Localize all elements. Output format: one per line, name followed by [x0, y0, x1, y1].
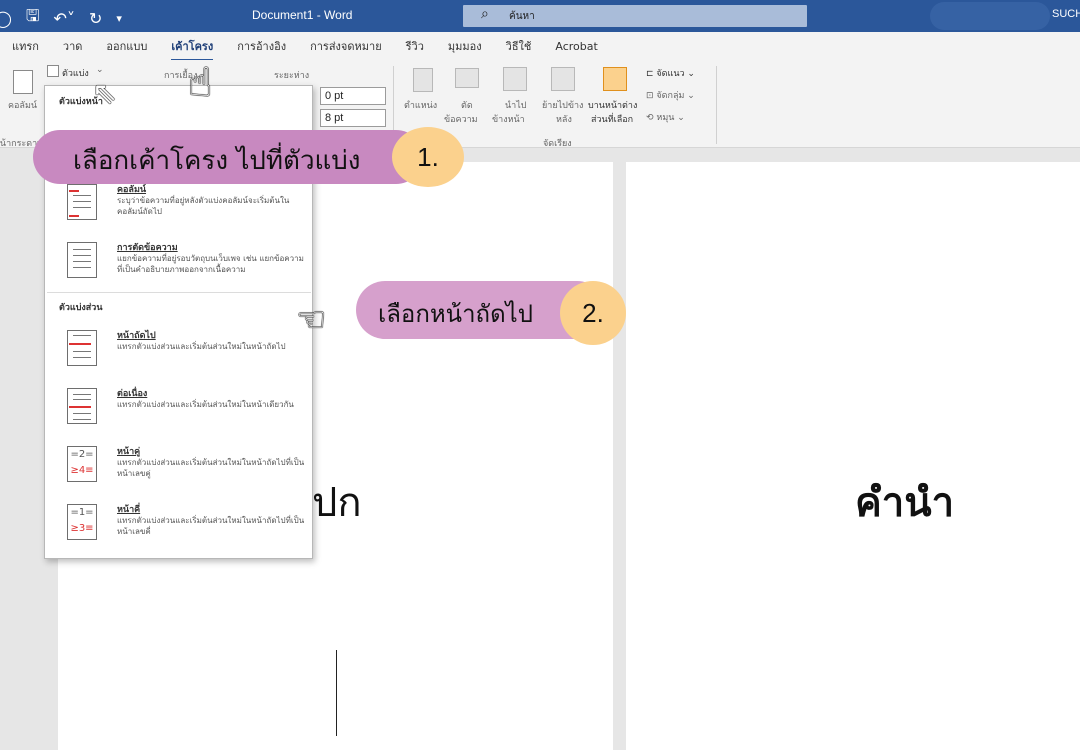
spacing-before-value: 0 pt: [325, 90, 344, 102]
step1-number-badge: 1.: [392, 127, 464, 187]
hand-pointer-icon: ☝: [188, 60, 213, 106]
position-button[interactable]: ตำแหน่ง: [404, 98, 437, 112]
bring-forward-button[interactable]: นำไป: [505, 98, 526, 112]
title-bar: ◯ 🖫 ↶˅ ↻ ▾ Document1 - Word ⌕ ค้นหา SUCH: [0, 0, 1080, 32]
menu-item-title: คอลัมน์: [117, 185, 147, 195]
customize-qat-icon[interactable]: ▾: [116, 12, 122, 25]
columns-icon[interactable]: [13, 70, 33, 94]
menu-item-even-page[interactable]: =2= ≥4≡ หน้าคู่ แทรกตัวแบ่งส่วนและเริ่มต้…: [65, 444, 309, 496]
breaks-icon[interactable]: [47, 65, 59, 77]
spacing-after-value: 8 pt: [325, 112, 344, 124]
send-backward-button-line2[interactable]: หลัง: [556, 112, 572, 126]
odd-page-break-icon: =1= ≥3≡: [67, 504, 97, 540]
step1-text: เลือกเค้าโครง ไปที่ตัวแบ่ง: [73, 146, 361, 176]
tab-mailings[interactable]: การส่งจดหมาย: [298, 37, 394, 55]
intro-page-text: คำนำ: [855, 480, 955, 526]
next-page-break-icon: [67, 330, 97, 366]
group-icon: ⊡: [646, 91, 657, 101]
arrange-group-label: จัดเรียง: [543, 139, 572, 149]
even-page-break-icon: =2= ≥4≡: [67, 446, 97, 482]
quick-access-toolbar: ◯ 🖫 ↶˅ ↻ ▾: [0, 5, 122, 32]
ribbon-tabs: แทรก วาด ออกแบบ เค้าโครง การอ้างอิง การส…: [0, 32, 1080, 61]
send-backward-button[interactable]: ย้ายไปข้าง: [542, 98, 583, 112]
tab-review[interactable]: รีวิว: [394, 37, 436, 55]
align-button[interactable]: ⊏ จัดแนว ⌄: [646, 66, 695, 80]
wrap-text-icon[interactable]: [455, 68, 479, 88]
menu-item-continuous[interactable]: ต่อเนื่อง แทรกตัวแบ่งส่วนและเริ่มต้นส่วน…: [65, 386, 309, 438]
document-page-intro[interactable]: [626, 162, 1080, 750]
menu-item-column-break[interactable]: คอลัมน์ ระบุว่าข้อความที่อยู่หลังตัวแบ่ง…: [65, 182, 309, 234]
align-label: จัดแนว: [656, 69, 685, 79]
ribbon-separator-end: [716, 66, 717, 144]
spacing-before-field[interactable]: 0 pt: [320, 87, 386, 105]
bring-forward-button-line2[interactable]: ข้างหน้า: [492, 112, 525, 126]
tab-references[interactable]: การอ้างอิง: [225, 37, 298, 55]
search-box[interactable]: ⌕ ค้นหา: [463, 5, 807, 27]
left-hand-pointer-icon: ☜: [296, 300, 327, 340]
step2-number-badge: 2.: [560, 281, 626, 345]
column-break-icon: [67, 184, 97, 220]
step2-text: เลือกหน้าถัดไป: [378, 300, 533, 328]
menu-item-title: หน้าถัดไป: [117, 331, 156, 341]
wrap-text-button-line2[interactable]: ข้อความ: [444, 112, 478, 126]
continuous-break-icon: [67, 388, 97, 424]
selection-pane-button-line2[interactable]: ส่วนที่เลือก: [591, 112, 633, 126]
group-button[interactable]: ⊡ จัดกลุ่ม ⌄: [646, 88, 695, 102]
menu-item-text-wrapping[interactable]: การตัดข้อความ แยกข้อความที่อยู่รอบวัตถุบ…: [65, 240, 309, 292]
send-backward-icon[interactable]: [551, 67, 575, 91]
menu-item-title: การตัดข้อความ: [117, 243, 178, 253]
selection-pane-icon[interactable]: [603, 67, 627, 91]
group-label: จัดกลุ่ม: [656, 91, 685, 101]
menu-item-odd-page[interactable]: =1= ≥3≡ หน้าคี่ แทรกตัวแบ่งส่วนและเริ่มต้…: [65, 502, 309, 554]
tab-view[interactable]: มุมมอง: [436, 37, 494, 55]
search-icon: ⌕: [481, 6, 489, 22]
menu-item-title: หน้าคู่: [117, 447, 141, 457]
circle-icon[interactable]: ◯: [0, 9, 12, 28]
document-title: Document1 - Word: [252, 8, 353, 22]
redo-icon[interactable]: ↻: [89, 9, 102, 28]
position-icon[interactable]: [413, 68, 433, 92]
menu-item-description: แทรกตัวแบ่งส่วนและเริ่มต้นส่วนใหม่ในหน้า…: [117, 458, 305, 478]
bring-forward-icon[interactable]: [503, 67, 527, 91]
menu-item-description: แทรกตัวแบ่งส่วนและเริ่มต้นส่วนใหม่ในหน้า…: [117, 342, 286, 351]
selection-pane-button[interactable]: บานหน้าต่าง: [588, 98, 637, 112]
menu-item-description: แทรกตัวแบ่งส่วนและเริ่มต้นส่วนใหม่ในหน้า…: [117, 516, 305, 536]
columns-button-label[interactable]: คอลัมน์: [8, 98, 37, 112]
breaks-button[interactable]: ตัวแบ่ง: [62, 66, 89, 80]
align-icon: ⊏: [646, 69, 657, 79]
menu-item-description: แทรกตัวแบ่งส่วนและเริ่มต้นส่วนใหม่ในหน้า…: [117, 400, 294, 409]
breaks-chevron-icon[interactable]: ⌄: [96, 65, 104, 75]
rotate-label: หมุน: [656, 113, 675, 123]
arrow-pointer-icon: ⇖: [92, 76, 118, 111]
tab-acrobat[interactable]: Acrobat: [543, 40, 609, 53]
rotate-icon: ⟲: [646, 113, 657, 123]
user-name[interactable]: SUCH: [1052, 8, 1080, 20]
tab-help[interactable]: วิธีใช้: [494, 37, 544, 55]
text-wrapping-icon: [67, 242, 97, 278]
menu-item-title: หน้าคี่: [117, 505, 141, 515]
tab-design[interactable]: ออกแบบ: [94, 37, 159, 55]
menu-item-description: ระบุว่าข้อความที่อยู่หลังตัวแบ่งคอลัมน์จ…: [117, 196, 290, 216]
cover-page-text: ปก: [312, 480, 362, 526]
menu-divider: [47, 292, 311, 293]
spacing-label: ระยะห่าง: [274, 71, 310, 81]
save-icon[interactable]: 🖫: [26, 5, 40, 32]
spacing-after-field[interactable]: 8 pt: [320, 109, 386, 127]
step1-callout: เลือกเค้าโครง ไปที่ตัวแบ่ง: [33, 130, 423, 184]
tab-insert[interactable]: แทรก: [0, 37, 51, 55]
menu-item-description: แยกข้อความที่อยู่รอบวัตถุบนเว็บเพจ เช่น …: [117, 254, 304, 274]
section-breaks-header: ตัวแบ่งส่วน: [59, 303, 103, 313]
tab-draw[interactable]: วาด: [51, 37, 95, 55]
undo-icon[interactable]: ↶˅: [54, 9, 75, 28]
text-cursor-line: [336, 650, 337, 736]
search-placeholder: ค้นหา: [509, 11, 535, 22]
menu-item-next-page[interactable]: หน้าถัดไป แทรกตัวแบ่งส่วนและเริ่มต้นส่วน…: [65, 328, 309, 380]
tab-layout[interactable]: เค้าโครง: [159, 37, 225, 61]
menu-item-title: ต่อเนื่อง: [117, 389, 148, 399]
wrap-text-button[interactable]: ตัด: [461, 98, 473, 112]
account-banner: [930, 2, 1050, 30]
rotate-button[interactable]: ⟲ หมุน ⌄: [646, 110, 685, 124]
